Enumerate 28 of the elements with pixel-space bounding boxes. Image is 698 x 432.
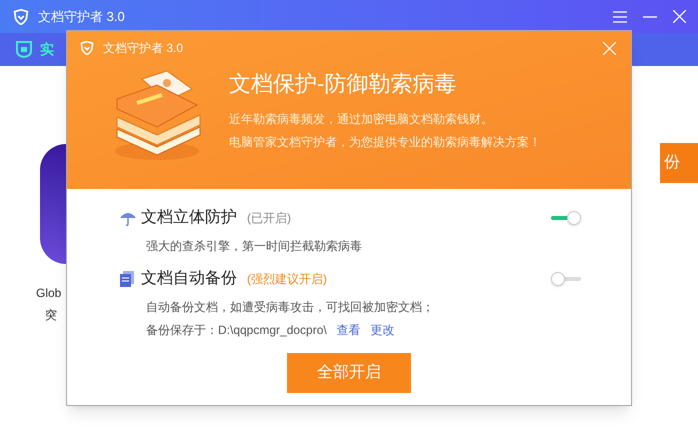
feature-status: (已开启) — [247, 210, 291, 227]
emblem-icon — [40, 144, 66, 264]
dialog-title: 文档守护者 3.0 — [103, 40, 184, 57]
shield-logo-icon — [79, 40, 95, 56]
feature-description: 强大的查杀引擎，第一时间拦截勒索病毒 — [146, 238, 362, 255]
toggle-switch[interactable] — [551, 211, 581, 225]
feature-title: 文档立体防护 — [141, 208, 237, 228]
close-icon[interactable] — [673, 10, 686, 23]
feature-title: 文档自动备份 — [141, 268, 237, 289]
toggle-switch[interactable] — [551, 272, 581, 286]
enable-all-button[interactable]: 全部开启 — [287, 353, 411, 393]
menu-icon[interactable] — [613, 10, 627, 22]
intro-text: 近年勒索病毒频发，通过加密电脑文档勒索钱财。 — [229, 111, 494, 128]
backup-button[interactable]: 份 — [660, 143, 698, 183]
intro-text: 电脑管家文档守护者，为您提供专业的勒索病毒解决方案！ — [229, 134, 541, 151]
documents-icon — [119, 270, 135, 288]
window-title: 文档守护者 3.0 — [38, 8, 125, 26]
nav-tab[interactable]: 实 — [40, 39, 54, 60]
feature-status: (强烈建议开启) — [247, 271, 327, 288]
link[interactable]: 更改 — [370, 321, 395, 339]
feature-description: 备份保存于：D:\qqpcmgr_docpro\ — [146, 322, 327, 339]
dialog-headline: 文档保护-防御勒索病毒 — [229, 70, 458, 98]
card-subtitle: 突 — [45, 307, 57, 324]
link[interactable]: 查看 — [336, 321, 361, 339]
feature-description: 自动备份文档，如遭受病毒攻击，可找回被加密文档； — [146, 299, 434, 316]
card-title: Glob — [36, 285, 62, 302]
shield-icon — [16, 41, 32, 58]
shield-logo-icon — [12, 8, 30, 26]
